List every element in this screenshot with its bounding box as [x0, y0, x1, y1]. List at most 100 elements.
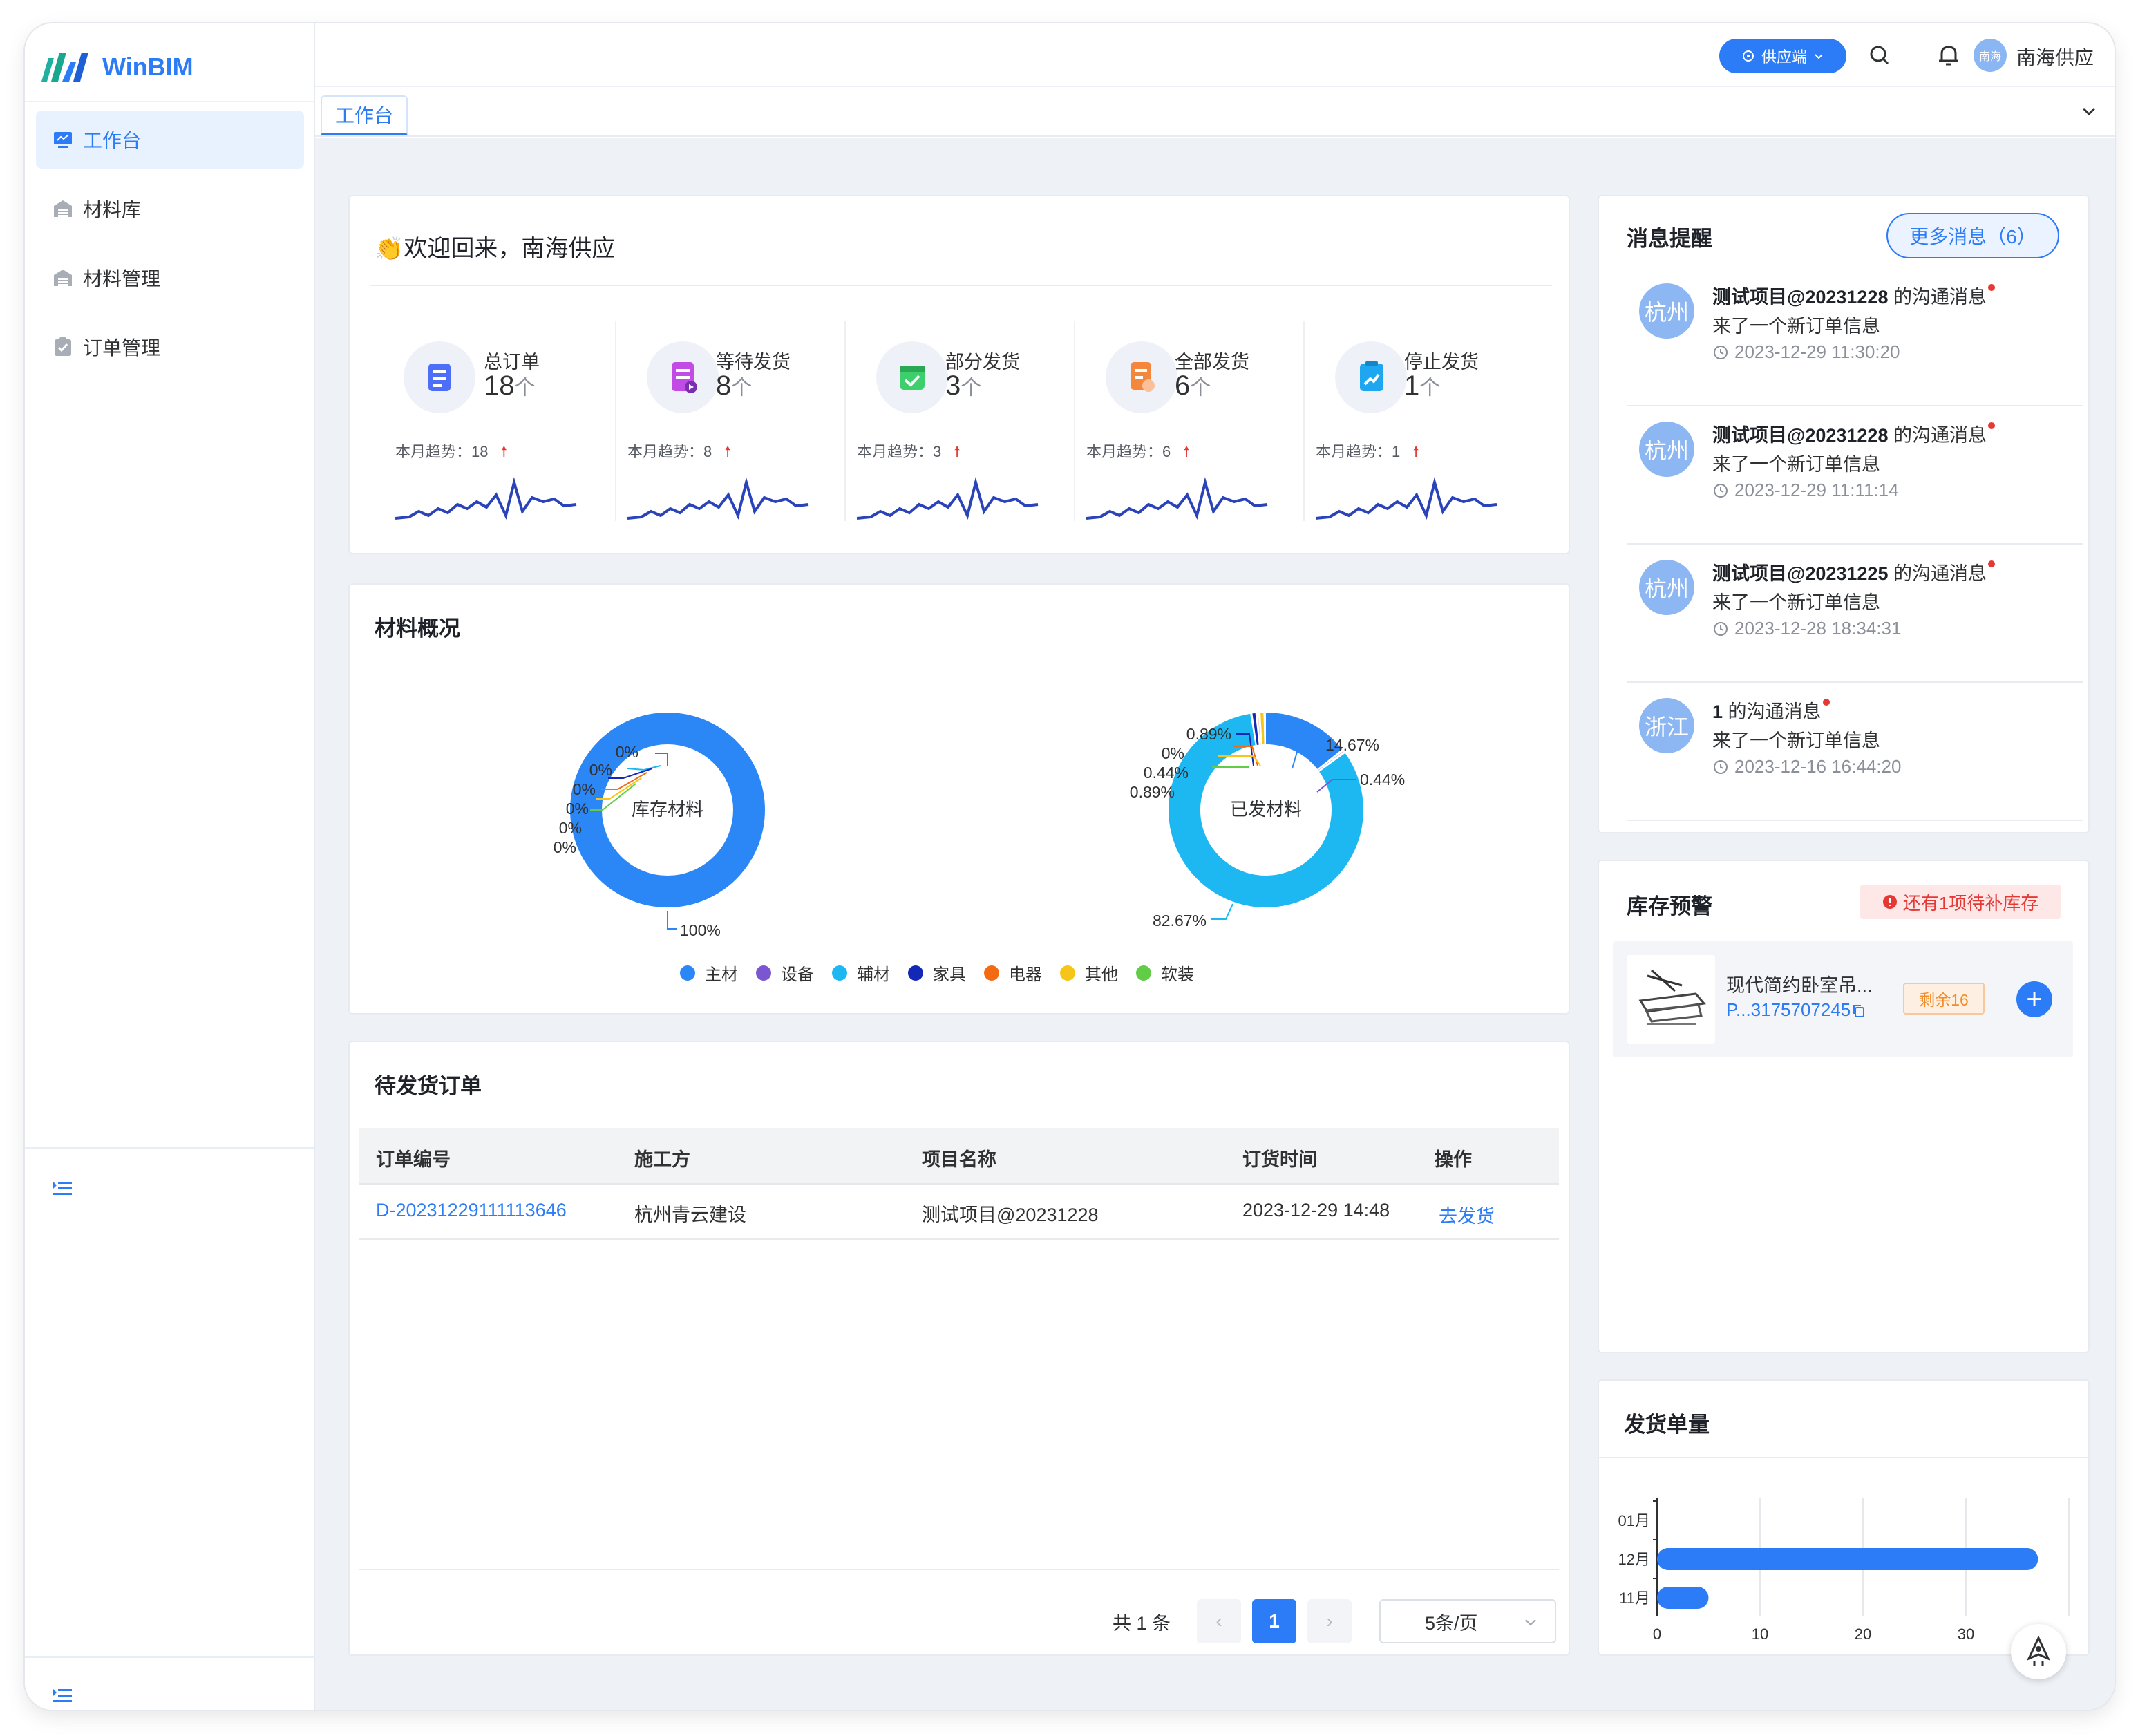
- x-tick-label: 20: [1855, 1625, 1871, 1643]
- sidebar: WinBIM 工作台 材料库 材料管理 订单管理: [25, 23, 315, 1710]
- shipping-title: 发货单量: [1624, 1413, 1710, 1437]
- avatar[interactable]: 南海: [1974, 39, 2007, 72]
- copy-icon[interactable]: [1851, 1003, 1867, 1019]
- materials-card: 材料概况 库存材料 0% 0% 0% 0% 0% 0% 100% 已发材料 14…: [348, 583, 1570, 1015]
- more-messages-button[interactable]: 更多消息（6）: [1886, 213, 2059, 258]
- trend-label: 本月趋势：: [1316, 443, 1392, 460]
- stock-alert-text: 还有1项待补库存: [1902, 892, 2039, 914]
- sidebar-item-label: 材料库: [83, 199, 142, 220]
- stat-partial-shipped[interactable]: 部分发货 3个 本月趋势：3 🠕: [832, 314, 1061, 521]
- sidebar-item-workbench[interactable]: 工作台: [36, 111, 304, 169]
- add-stock-button[interactable]: +: [2016, 981, 2052, 1017]
- column-header: 施工方: [634, 1149, 690, 1170]
- chevron-down-icon: [1815, 54, 1823, 59]
- message-item[interactable]: 杭州 测试项目@20231228 的沟通消息 来了一个新订单信息 2023-12…: [1627, 270, 2083, 406]
- prev-page-button[interactable]: ‹: [1197, 1599, 1241, 1643]
- stat-awaiting-shipment[interactable]: 等待发货 8个 本月趋势：8 🠕: [603, 314, 832, 521]
- message-item[interactable]: 杭州 测试项目@20231228 的沟通消息 来了一个新订单信息 2023-12…: [1627, 408, 2083, 545]
- stat-all-shipped[interactable]: 全部发货 6个 本月趋势：6 🠕: [1061, 314, 1291, 521]
- clock-icon: [1714, 483, 1728, 498]
- data-label: 14.67%: [1325, 736, 1379, 754]
- legend-item[interactable]: 电器: [984, 961, 1042, 985]
- product-code[interactable]: P...3175707245: [1726, 999, 1867, 1021]
- stat-unit: 个: [1419, 377, 1441, 399]
- leader-line: [667, 911, 677, 930]
- stat-trend: 本月趋势：6 🠕: [1086, 440, 1190, 466]
- data-label: 0.44%: [1360, 771, 1405, 789]
- legend-item[interactable]: 其他: [1060, 961, 1118, 985]
- stat-trend: 本月趋势：8 🠕: [627, 440, 731, 466]
- legend-item[interactable]: 设备: [756, 961, 814, 985]
- indent-icon[interactable]: [48, 1175, 76, 1202]
- message-item[interactable]: 浙江 1 的沟通消息 来了一个新订单信息 2023-12-16 16:44:20: [1627, 684, 2083, 821]
- chevron-down-icon[interactable]: [2079, 101, 2099, 122]
- messages-title: 消息提醒: [1627, 227, 1712, 251]
- bar-11月[interactable]: [1657, 1587, 1709, 1609]
- role-switch-button[interactable]: 供应端: [1719, 39, 1846, 73]
- page-1-button[interactable]: 1: [1252, 1599, 1296, 1643]
- data-label: 0%: [573, 780, 596, 798]
- main-content: 👏欢迎回来，南海供应 总订单 18个 本月趋势：18 🠕 等待发货 8个 本月趋…: [315, 138, 2115, 1710]
- column-header: 项目名称: [922, 1149, 996, 1170]
- pagination-total: 共 1 条: [1113, 1612, 1171, 1634]
- shipping-volume-card: 发货单量 0 10 20 30 01月 12月 11月: [1598, 1379, 2091, 1656]
- legend-item[interactable]: 主材: [680, 961, 738, 985]
- builder-cell: 杭州青云建设: [634, 1205, 746, 1225]
- order-time-cell: 2023-12-29 14:48: [1242, 1200, 1390, 1220]
- indent-icon[interactable]: [48, 1682, 76, 1710]
- legend-item[interactable]: 辅材: [832, 961, 890, 985]
- sidebar-item-material-library[interactable]: 材料库: [36, 180, 304, 238]
- legend-item[interactable]: 软装: [1136, 961, 1194, 985]
- stat-total-orders[interactable]: 总订单 18个 本月趋势：18 🠕: [370, 314, 600, 521]
- x-tick-label: 10: [1752, 1625, 1768, 1643]
- winbim-logo-icon: [41, 53, 88, 82]
- legend-item[interactable]: 家具: [908, 961, 966, 985]
- message-body: 来了一个新订单信息: [1712, 316, 1880, 337]
- unread-dot: [1987, 560, 1995, 567]
- welcome-title-text: 欢迎回来，南海供应: [404, 236, 616, 262]
- table-row: D-20231229111113646 杭州青云建设 测试项目@20231228…: [359, 1185, 1559, 1240]
- arrow-up-icon: 🠕: [500, 443, 508, 460]
- help-float-button[interactable]: [2011, 1624, 2066, 1679]
- sparkline: [627, 477, 809, 520]
- logo[interactable]: WinBIM: [41, 37, 193, 97]
- stock-alert-badge: 还有1项待补库存: [1860, 885, 2061, 919]
- bar-12月[interactable]: [1657, 1548, 2038, 1570]
- messages-card: 消息提醒 更多消息（6） 杭州 测试项目@20231228 的沟通消息 来了一个…: [1598, 195, 2090, 833]
- order-id-link[interactable]: D-20231229111113646: [376, 1200, 567, 1221]
- sidebar-item-order-management[interactable]: 订单管理: [36, 318, 304, 376]
- stat-stopped-shipment[interactable]: 停止发货 1个 本月趋势：1 🠕: [1291, 314, 1520, 521]
- unread-dot: [1822, 699, 1830, 706]
- product-code-text: P...3175707245: [1726, 999, 1851, 1020]
- message-title: 测试项目@20231225 的沟通消息: [1712, 558, 1995, 585]
- data-label: 0%: [554, 838, 576, 856]
- message-time-value: 2023-12-29 11:11:14: [1734, 480, 1899, 500]
- chevron-down-icon: [1525, 1619, 1536, 1626]
- trend-label: 本月趋势：: [857, 443, 934, 460]
- search-icon[interactable]: [1866, 41, 1893, 69]
- user-name[interactable]: 南海供应: [2016, 43, 2094, 70]
- document-icon: [404, 341, 475, 413]
- message-suffix: 的沟通消息: [1723, 701, 1822, 722]
- legend-label: 其他: [1085, 965, 1118, 984]
- column-header: 订单编号: [376, 1149, 451, 1170]
- next-page-button[interactable]: ›: [1307, 1599, 1352, 1643]
- stock-materials-donut-chart: 库存材料 0% 0% 0% 0% 0% 0% 100%: [554, 713, 765, 939]
- pendant-lamp-image: [1638, 969, 1706, 1025]
- sidebar-item-material-management[interactable]: 材料管理: [36, 249, 304, 307]
- trend-label: 本月趋势：: [1086, 443, 1163, 460]
- sidebar-nav: 工作台 材料库 材料管理 订单管理: [36, 111, 304, 387]
- page-size-select[interactable]: 5条/页: [1379, 1599, 1556, 1643]
- tab-workbench[interactable]: 工作台: [321, 95, 408, 135]
- legend-label: 辅材: [857, 965, 890, 984]
- bell-icon[interactable]: [1935, 41, 1962, 69]
- divider: [25, 1656, 315, 1658]
- message-item[interactable]: 杭州 测试项目@20231225 的沟通消息 来了一个新订单信息 2023-12…: [1627, 546, 2083, 683]
- sparkline: [1316, 477, 1497, 520]
- column-header: 操作: [1435, 1149, 1472, 1170]
- ship-button[interactable]: 去发货: [1439, 1201, 1495, 1228]
- app-window: WinBIM 工作台 材料库 材料管理 订单管理 供应端 南海 南海供应 工作台…: [25, 23, 2115, 1710]
- stock-item[interactable]: 现代简约卧室吊... P...3175707245 剩余16 +: [1613, 941, 2073, 1057]
- warehouse-icon: [54, 270, 72, 286]
- stat-value: 1个: [1404, 370, 1440, 402]
